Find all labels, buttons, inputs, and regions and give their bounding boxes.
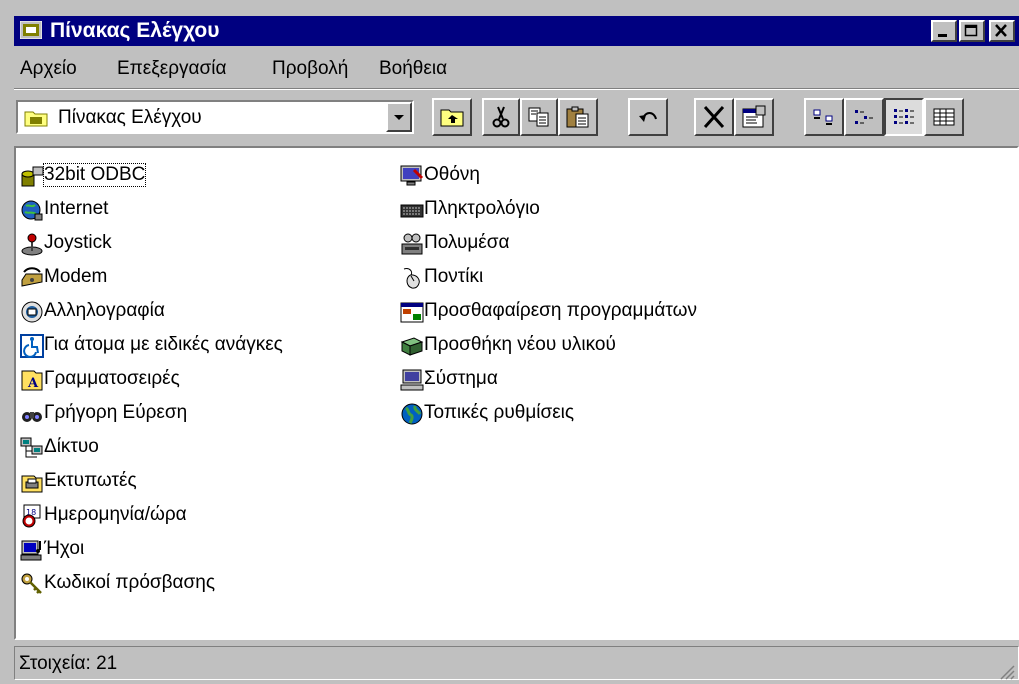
mouse-icon bbox=[403, 268, 420, 289]
close-button[interactable] bbox=[989, 20, 1015, 42]
display-icon bbox=[400, 165, 424, 186]
address-value: Πίνακας Ελέγχου bbox=[58, 107, 202, 128]
odbc-icon bbox=[21, 166, 44, 187]
paste-button[interactable] bbox=[558, 98, 598, 136]
add-hardware-icon bbox=[400, 337, 424, 356]
up-folder-button[interactable] bbox=[432, 98, 472, 136]
menu-bar: Αρχείο Επεξεργασία Προβολή Βοήθεια bbox=[14, 50, 1019, 84]
item-label: Δίκτυο bbox=[44, 436, 99, 457]
sounds-icon bbox=[20, 540, 42, 561]
menu-file[interactable]: Αρχείο bbox=[20, 58, 77, 80]
find-icon bbox=[22, 412, 42, 422]
multimedia-icon bbox=[401, 233, 423, 255]
passwords-icon bbox=[21, 573, 42, 594]
properties-icon bbox=[742, 105, 766, 128]
item-label: Γραμματοσειρές bbox=[44, 368, 180, 389]
copy-button[interactable] bbox=[520, 98, 558, 136]
item-label: Προσθαφαίρεση προγραμμάτων bbox=[424, 300, 697, 321]
joystick-icon bbox=[21, 233, 43, 256]
address-dropdown-button[interactable] bbox=[386, 102, 412, 132]
maximize-button[interactable] bbox=[959, 20, 985, 42]
up-folder-icon bbox=[440, 109, 464, 127]
details-view-button[interactable] bbox=[924, 98, 964, 136]
small-icons-view-icon bbox=[855, 110, 873, 124]
control-panel-icon bbox=[20, 21, 42, 39]
scissors-icon bbox=[492, 106, 510, 128]
resize-grip-icon[interactable] bbox=[999, 664, 1015, 680]
item-label: Ημερομηνία/ώρα bbox=[44, 504, 187, 525]
menu-edit[interactable]: Επεξεργασία bbox=[117, 58, 226, 80]
internet-icon bbox=[21, 200, 43, 221]
maximize-icon bbox=[964, 24, 978, 37]
menu-divider bbox=[14, 88, 1019, 90]
paste-icon bbox=[566, 106, 589, 128]
menu-view[interactable]: Προβολή bbox=[272, 58, 348, 80]
copy-icon bbox=[528, 107, 549, 127]
address-combo[interactable]: Πίνακας Ελέγχου bbox=[16, 100, 414, 134]
item-label: Για άτομα με ειδικές ανάγκες bbox=[44, 334, 283, 355]
close-icon bbox=[995, 24, 1007, 37]
properties-button[interactable] bbox=[734, 98, 774, 136]
fonts-icon: A bbox=[21, 370, 43, 391]
status-pane: Στοιχεία: 21 bbox=[14, 646, 1019, 680]
control-panel-folder-icon bbox=[24, 111, 48, 127]
accessibility-icon bbox=[20, 334, 44, 358]
details-view-icon bbox=[933, 108, 955, 126]
icon-list-view[interactable]: 32bit ODBC Internet Joystick Modem Αλληλ… bbox=[14, 146, 1019, 640]
large-icons-view-icon bbox=[813, 109, 833, 125]
item-label: Πληκτρολόγιο bbox=[424, 198, 540, 219]
item-label: Αλληλογραφία bbox=[44, 300, 165, 321]
minimize-icon bbox=[938, 34, 947, 37]
status-bar: Στοιχεία: 21 bbox=[14, 644, 1019, 684]
item-label: Προσθήκη νέου υλικού bbox=[424, 334, 616, 355]
item-label: Modem bbox=[44, 266, 108, 287]
cut-button[interactable] bbox=[482, 98, 520, 136]
item-label: Οθόνη bbox=[424, 164, 480, 185]
item-label: Ήχοι bbox=[44, 538, 85, 559]
window-title: Πίνακας Ελέγχου bbox=[50, 19, 220, 42]
title-bar[interactable]: Πίνακας Ελέγχου bbox=[14, 16, 1019, 46]
list-view-icon bbox=[894, 109, 914, 124]
keyboard-icon bbox=[400, 204, 424, 218]
item-label: Joystick bbox=[44, 232, 112, 253]
svg-text:A: A bbox=[27, 376, 39, 391]
list-view-button[interactable] bbox=[884, 98, 924, 136]
network-icon bbox=[20, 437, 43, 458]
modem-icon bbox=[21, 267, 43, 287]
item-label: 32bit ODBC bbox=[42, 163, 147, 187]
item-label: Εκτυπωτές bbox=[44, 470, 137, 491]
printers-icon bbox=[21, 475, 43, 493]
system-icon bbox=[400, 369, 424, 391]
item-label: Ποντίκι bbox=[424, 266, 484, 287]
undo-button[interactable] bbox=[628, 98, 668, 136]
status-item-count: Στοιχεία: 21 bbox=[19, 653, 118, 674]
item-label: Internet bbox=[44, 198, 109, 219]
delete-button[interactable] bbox=[694, 98, 734, 136]
delete-icon bbox=[703, 105, 725, 129]
datetime-icon: 18 bbox=[22, 504, 41, 528]
menu-help[interactable]: Βοήθεια bbox=[379, 58, 447, 80]
item-label: Σύστημα bbox=[424, 368, 498, 389]
mail-icon bbox=[21, 301, 43, 323]
item-label: Γρήγορη Εύρεση bbox=[44, 402, 188, 423]
small-icons-view-button[interactable] bbox=[844, 98, 884, 136]
undo-icon bbox=[639, 112, 657, 122]
minimize-button[interactable] bbox=[931, 20, 957, 42]
control-panel-window: Πίνακας Ελέγχου Αρχείο Επεξεργασία Προβο… bbox=[0, 0, 1019, 684]
item-label: Τοπικές ρυθμίσεις bbox=[424, 402, 575, 423]
add-remove-programs-icon bbox=[400, 302, 424, 323]
chevron-down-icon bbox=[394, 115, 404, 120]
item-label: Κωδικοί πρόσβασης bbox=[44, 572, 215, 593]
large-icons-view-button[interactable] bbox=[804, 98, 844, 136]
item-label: Πολυμέσα bbox=[424, 232, 510, 253]
regional-settings-icon bbox=[401, 403, 423, 425]
